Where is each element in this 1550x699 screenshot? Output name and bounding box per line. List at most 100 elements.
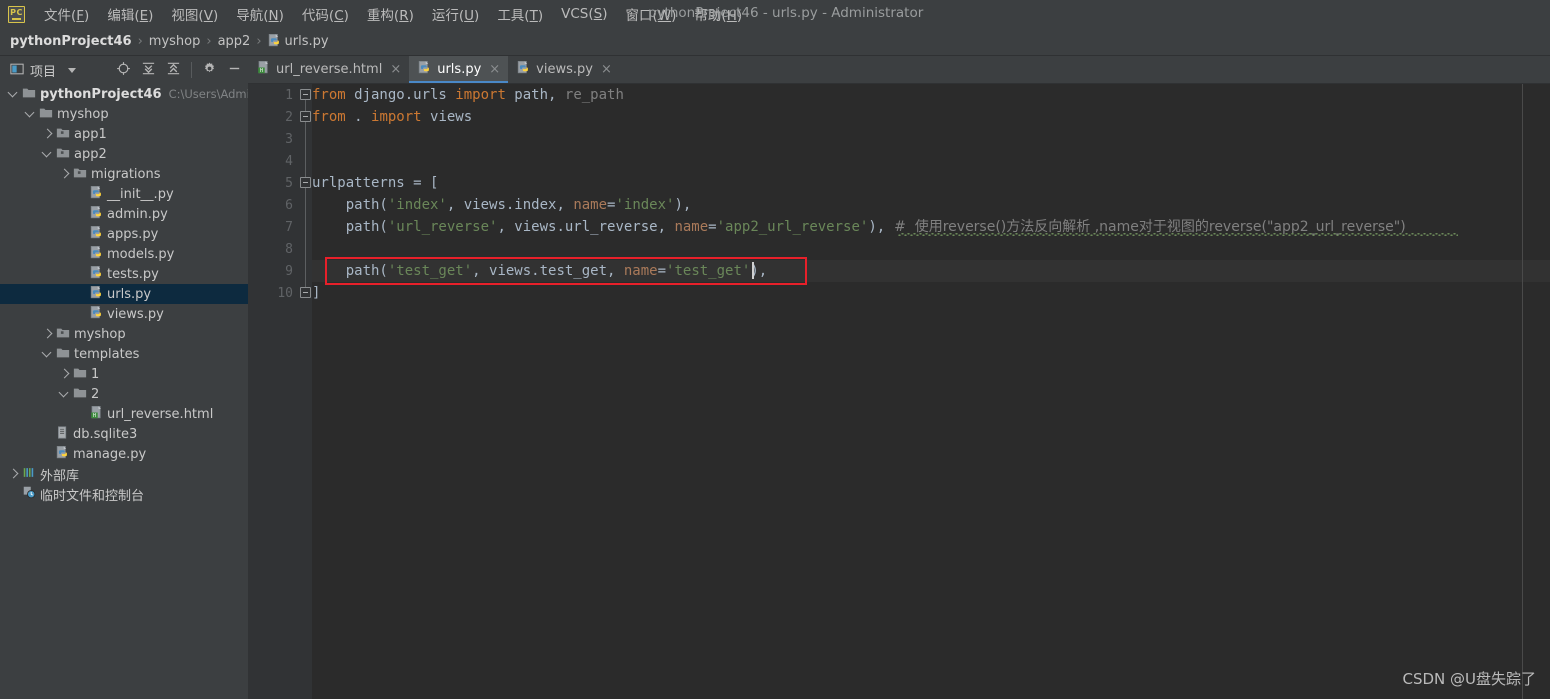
line-number: 6 (285, 198, 293, 213)
tree-node-label: tests.py (107, 266, 159, 282)
code-token: ), (674, 197, 692, 213)
line-number: 5 (285, 176, 293, 191)
tree-node-apps-py[interactable]: apps.py (0, 224, 248, 244)
line-number: 1 (285, 88, 293, 103)
code-token: import (371, 109, 422, 125)
tree-node-app2[interactable]: app2 (0, 144, 248, 164)
tree-node-migrations[interactable]: migrations (0, 164, 248, 184)
chevron-right-icon[interactable] (59, 369, 70, 380)
tree-node-db-sqlite3[interactable]: db.sqlite3 (0, 424, 248, 444)
chevron-right-icon[interactable] (59, 169, 70, 180)
chevron-right-icon[interactable] (42, 329, 53, 340)
breadcrumb-item-project[interactable]: pythonProject46 (10, 34, 132, 49)
fold-marker-line10[interactable] (300, 287, 311, 298)
breadcrumb-item-file[interactable]: urls.py (285, 34, 329, 49)
tree-node-url-reverse-html[interactable]: Hurl_reverse.html (0, 404, 248, 424)
tree-node-manage-py[interactable]: manage.py (0, 444, 248, 464)
code-line-2[interactable]: from . import views (312, 106, 472, 128)
chevron-right-icon[interactable] (8, 469, 19, 480)
expand-all-icon[interactable] (141, 61, 156, 80)
menu-item-file[interactable]: 文件(F) (35, 0, 98, 28)
close-icon[interactable]: × (601, 62, 612, 77)
chevron-down-icon[interactable] (59, 389, 70, 400)
folder-icon (73, 366, 87, 383)
tree-node-myshop[interactable]: myshop (0, 324, 248, 344)
chevron-down-icon[interactable] (42, 149, 53, 160)
code-line-6[interactable]: path('index', views.index, name='index')… (312, 194, 692, 216)
code-editor[interactable]: 1 2 3 4 5 6 7 8 9 10 from django.urls import path… (248, 84, 1550, 699)
tree-node-admin-py[interactable]: admin.py (0, 204, 248, 224)
tree-node-label: urls.py (107, 286, 152, 302)
settings-gear-icon[interactable] (202, 61, 217, 80)
code-token: 'test_get' (666, 263, 751, 279)
tree-node-tests-py[interactable]: tests.py (0, 264, 248, 284)
tree-node-临时文件和控制台[interactable]: 临时文件和控制台 (0, 484, 248, 504)
html-file-icon: H (257, 61, 270, 78)
pycharm-logo-icon: PC (8, 5, 25, 23)
chevron-right-icon[interactable] (42, 129, 53, 140)
menu-item-edit[interactable]: 编辑(E) (98, 0, 162, 28)
module-folder-icon (56, 126, 70, 143)
code-line-1[interactable]: from django.urls import path, re_path (312, 84, 624, 106)
tree-node-label: apps.py (107, 226, 159, 242)
code-token: 'index' (615, 197, 675, 213)
fold-gutter[interactable] (300, 84, 312, 699)
code-token: 'url_reverse' (387, 219, 498, 235)
tree-node-models-py[interactable]: models.py (0, 244, 248, 264)
folder-icon (22, 86, 36, 103)
breadcrumb-item-myshop[interactable]: myshop (149, 34, 201, 49)
tree-node-label: manage.py (73, 446, 147, 462)
menu-item-tools[interactable]: 工具(T) (488, 0, 552, 28)
line-number: 7 (285, 220, 293, 235)
close-icon[interactable]: × (390, 62, 401, 77)
tree-node-myshop[interactable]: myshop (0, 104, 248, 124)
code-token: ] (312, 285, 321, 301)
minimize-icon[interactable] (227, 61, 242, 80)
tree-node-urls-py[interactable]: urls.py (0, 284, 248, 304)
chevron-down-icon[interactable] (68, 67, 77, 73)
tree-node-2[interactable]: 2 (0, 384, 248, 404)
tree-node-外部库[interactable]: 外部库 (0, 464, 248, 484)
editor-tab-views-py[interactable]: views.py × (508, 56, 620, 83)
tree-node--init-py[interactable]: __init__.py (0, 184, 248, 204)
chevron-down-icon[interactable] (8, 89, 19, 100)
db-file-icon (56, 425, 69, 443)
breadcrumb-separator: › (256, 34, 262, 49)
tree-node-templates[interactable]: templates (0, 344, 248, 364)
tree-node-pythonproject46[interactable]: pythonProject46 C:\Users\Adminis (0, 84, 248, 104)
collapse-all-icon[interactable] (166, 61, 181, 80)
menu-item-run[interactable]: 运行(U) (423, 0, 488, 28)
chevron-down-icon[interactable] (42, 349, 53, 360)
fold-marker-line2[interactable] (300, 111, 311, 122)
menu-item-refactor[interactable]: 重构(R) (358, 0, 423, 28)
python-file-icon (517, 61, 530, 78)
tree-node-app1[interactable]: app1 (0, 124, 248, 144)
menu-item-navigate[interactable]: 导航(N) (227, 0, 293, 28)
locate-icon[interactable] (116, 61, 131, 80)
fold-marker-line1[interactable] (300, 89, 311, 100)
editor-gutter[interactable]: 1 2 3 4 5 6 7 8 9 10 (248, 84, 300, 699)
tree-node-views-py[interactable]: views.py (0, 304, 248, 324)
menu-item-vcs[interactable]: VCS(S) (552, 2, 616, 26)
code-text[interactable]: from django.urls import path, re_path fro… (312, 84, 1550, 699)
code-line-10[interactable]: ] (312, 282, 320, 304)
chevron-down-icon[interactable] (25, 109, 36, 120)
project-tree[interactable]: pythonProject46 C:\Users\Adminis myshop app… (0, 84, 248, 699)
python-file-icon (90, 205, 103, 223)
breadcrumb-item-app2[interactable]: app2 (218, 34, 251, 49)
menu-item-code[interactable]: 代码(C) (293, 0, 358, 28)
tree-node-1[interactable]: 1 (0, 364, 248, 384)
code-line-9[interactable]: path('test_get', views.test_get, name='t… (312, 260, 767, 282)
fold-marker-line5[interactable] (300, 177, 311, 188)
menu-item-view[interactable]: 视图(V) (162, 0, 227, 28)
editor-tab-url-reverse-html[interactable]: Hurl_reverse.html × (248, 56, 409, 83)
editor-tab-urls-py[interactable]: urls.py × (409, 56, 509, 83)
close-icon[interactable]: × (489, 62, 500, 77)
code-token: from (312, 87, 346, 103)
code-line-5[interactable]: urlpatterns = [ (312, 172, 438, 194)
